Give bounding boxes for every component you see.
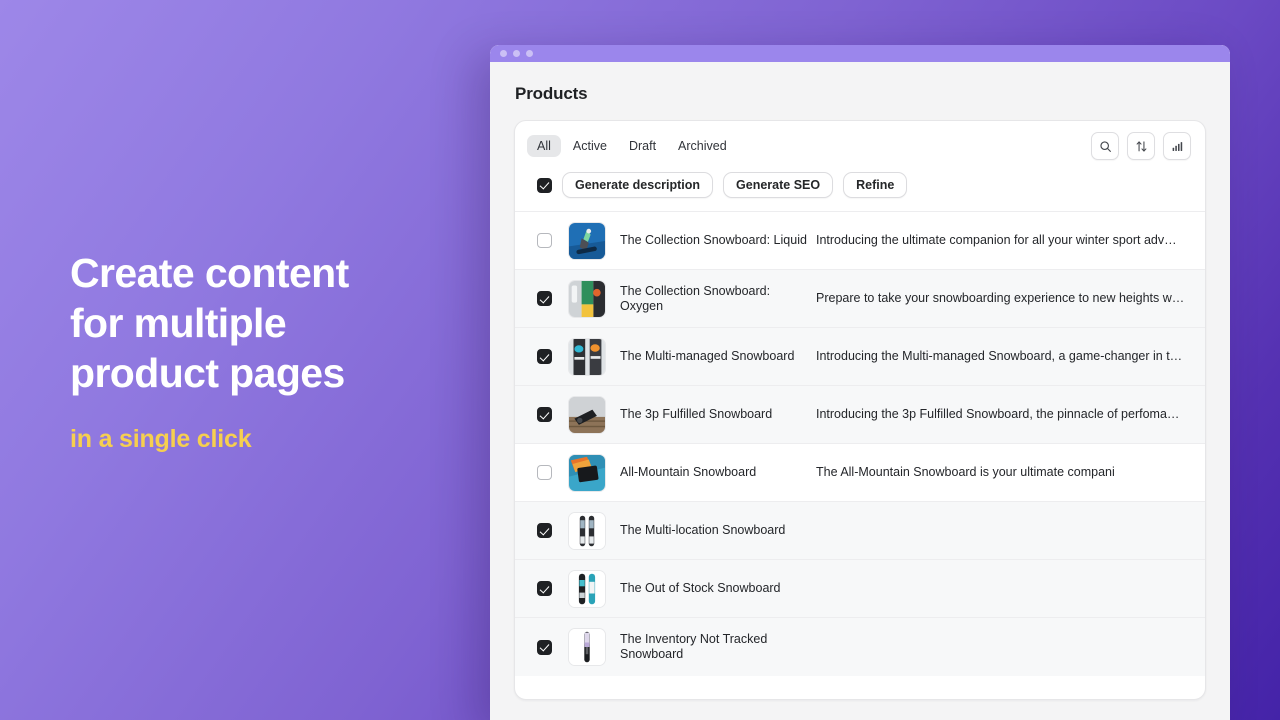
bulk-action-bar: Generate description Generate SEO Refine xyxy=(515,160,1205,211)
search-icon xyxy=(1099,140,1111,152)
product-name: The Out of Stock Snowboard xyxy=(620,581,781,595)
row-checkbox[interactable] xyxy=(537,233,552,248)
promo-heading-line-1: Create content xyxy=(70,250,349,296)
row-checkbox[interactable] xyxy=(537,639,552,655)
product-description: Introducing the Multi-managed Snowboard,… xyxy=(816,349,1183,363)
product-thumbnail xyxy=(568,221,606,260)
promo-subheading: in a single click xyxy=(70,425,252,453)
traffic-light-maximize-icon[interactable] xyxy=(526,50,533,57)
boots-pair-thumb xyxy=(569,338,605,375)
page-root: Create content for multiple product page… xyxy=(0,0,1280,720)
product-name: The Multi-location Snowboard xyxy=(620,523,786,537)
refine-button[interactable]: Refine xyxy=(843,172,908,198)
product-thumbnail xyxy=(568,628,606,666)
product-name: The Multi-managed Snowboard xyxy=(620,349,795,363)
select-all-checkbox[interactable] xyxy=(537,177,552,193)
window-titlebar xyxy=(490,45,1230,62)
row-checkbox[interactable] xyxy=(537,465,552,480)
product-description: Introducing the 3p Fulfilled Snowboard, … xyxy=(816,407,1180,421)
snowboarder-blue-thumb xyxy=(569,222,605,259)
twin-boards-thumb xyxy=(569,512,605,549)
table-row[interactable]: The Collection Snowboard: Oxygen Prepare… xyxy=(515,270,1205,328)
board-orange-blue-thumb xyxy=(569,454,605,491)
product-description: Introducing the ultimate companion for a… xyxy=(816,233,1177,247)
row-checkbox[interactable] xyxy=(537,291,552,306)
table-row[interactable]: All-Mountain Snowboard The All-Mountain … xyxy=(515,444,1205,502)
sort-button[interactable] xyxy=(1127,132,1155,160)
row-checkbox[interactable] xyxy=(537,581,552,596)
filter-tabs: All Active Draft Archived xyxy=(527,135,737,157)
teal-boards-thumb xyxy=(569,570,605,607)
app-body: Products All Active Draft Archived Gener… xyxy=(490,62,1230,700)
tab-all[interactable]: All xyxy=(527,135,561,157)
product-name: The 3p Fulfilled Snowboard xyxy=(620,407,773,421)
product-thumbnail xyxy=(568,453,606,492)
table-row[interactable]: The Inventory Not Tracked Snowboard xyxy=(515,618,1205,676)
table-row[interactable]: The 3p Fulfilled Snowboard Introducing t… xyxy=(515,386,1205,444)
product-name: All-Mountain Snowboard xyxy=(620,465,757,479)
product-list: The Collection Snowboard: Liquid Introdu… xyxy=(515,211,1205,676)
promo-heading: Create content for multiple product page… xyxy=(70,248,470,398)
gear-collage-thumb xyxy=(569,280,605,317)
analytics-button[interactable] xyxy=(1163,132,1191,160)
product-description: Prepare to take your snowboarding experi… xyxy=(816,291,1185,305)
tab-archived[interactable]: Archived xyxy=(668,135,737,157)
generate-seo-button[interactable]: Generate SEO xyxy=(723,172,834,198)
generate-description-button[interactable]: Generate description xyxy=(562,172,714,198)
page-title: Products xyxy=(515,84,588,103)
row-checkbox[interactable] xyxy=(537,523,552,538)
products-card: All Active Draft Archived Generate descr… xyxy=(514,120,1206,700)
sort-icon xyxy=(1136,140,1146,152)
card-toolbar: All Active Draft Archived xyxy=(515,121,1205,160)
row-checkbox[interactable] xyxy=(537,407,552,422)
row-checkbox[interactable] xyxy=(537,349,552,364)
search-button[interactable] xyxy=(1091,132,1119,160)
tab-draft[interactable]: Draft xyxy=(619,135,666,157)
product-name: The Inventory Not Tracked Snowboard xyxy=(620,632,768,661)
traffic-light-minimize-icon[interactable] xyxy=(513,50,520,57)
product-name: The Collection Snowboard: Oxygen xyxy=(620,283,771,313)
toolbar-icon-buttons xyxy=(1091,132,1193,160)
product-thumbnail xyxy=(568,337,606,376)
product-thumbnail xyxy=(568,511,606,550)
board-on-deck-thumb xyxy=(569,396,605,433)
bar-chart-icon xyxy=(1172,141,1182,151)
product-thumbnail xyxy=(568,279,606,318)
product-thumbnail xyxy=(568,395,606,434)
table-row[interactable]: The Multi-managed Snowboard Introducing … xyxy=(515,328,1205,386)
tab-active[interactable]: Active xyxy=(563,135,617,157)
traffic-light-close-icon[interactable] xyxy=(500,50,507,57)
browser-window: Products All Active Draft Archived Gener… xyxy=(490,45,1230,720)
table-row[interactable]: The Out of Stock Snowboard xyxy=(515,560,1205,618)
table-row[interactable]: The Collection Snowboard: Liquid Introdu… xyxy=(515,212,1205,270)
promo-heading-line-3: product pages xyxy=(70,350,345,396)
product-description: The All-Mountain Snowboard is your ultim… xyxy=(816,465,1115,479)
single-board-thumb xyxy=(569,629,605,665)
promo-heading-line-2: for multiple xyxy=(70,300,287,346)
table-row[interactable]: The Multi-location Snowboard xyxy=(515,502,1205,560)
product-thumbnail xyxy=(568,569,606,608)
product-name: The Collection Snowboard: Liquid xyxy=(620,233,807,247)
promo-panel: Create content for multiple product page… xyxy=(70,248,470,454)
